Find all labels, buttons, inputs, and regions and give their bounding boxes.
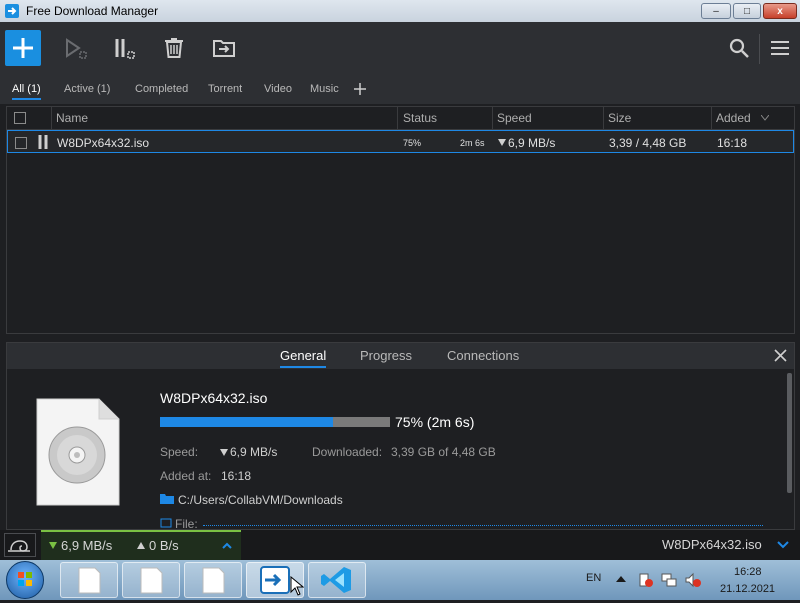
tray-expand-icon[interactable] <box>616 575 626 583</box>
language-indicator[interactable]: EN <box>586 572 601 584</box>
upload-arrow-icon <box>137 542 145 549</box>
list-header: Name Status Speed Size Added <box>7 107 794 130</box>
column-name[interactable]: Name <box>56 111 88 125</box>
volume-muted-icon[interactable] <box>684 572 702 588</box>
add-download-button[interactable] <box>5 30 41 66</box>
column-size[interactable]: Size <box>608 111 631 125</box>
tab-progress[interactable]: Progress <box>360 348 412 363</box>
column-speed[interactable]: Speed <box>497 111 532 125</box>
column-status[interactable]: Status <box>403 111 437 125</box>
taskbar-item[interactable] <box>122 562 180 598</box>
current-file: W8DPx64x32.iso <box>662 537 762 552</box>
folder-icon <box>160 494 174 504</box>
snail-icon <box>8 540 30 552</box>
filter-tabs: All (1) Active (1) Completed Torrent Vid… <box>0 74 800 104</box>
resume-icon[interactable] <box>60 32 92 64</box>
tab-all[interactable]: All (1) <box>12 83 41 100</box>
iso-file-icon <box>36 398 120 506</box>
mouse-cursor-icon <box>290 576 304 596</box>
delete-icon[interactable] <box>158 32 190 64</box>
table-row[interactable]: W8DPx64x32.iso 75% 2m 6s 6,9 MB/s 3,39 /… <box>7 130 794 153</box>
details-panel: General Progress Connections W8DPx64x32.… <box>6 342 795 531</box>
details-filename: W8DPx64x32.iso <box>160 390 268 406</box>
tab-connections[interactable]: Connections <box>447 348 519 363</box>
maximize-button[interactable]: □ <box>733 3 761 19</box>
plus-icon <box>13 38 33 58</box>
file-link[interactable] <box>203 525 763 526</box>
vscode-icon <box>321 567 351 593</box>
tab-video[interactable]: Video <box>264 83 292 95</box>
download-size: 3,39 / 4,48 GB <box>609 136 687 150</box>
speed-value: 6,9 MB/s <box>230 445 278 459</box>
pause-icon[interactable] <box>37 135 49 149</box>
sort-desc-icon <box>761 115 769 121</box>
title-bar: Free Download Manager – □ x <box>0 0 800 22</box>
download-time-left: 2m 6s <box>460 138 485 148</box>
window-title: Free Download Manager <box>26 4 159 18</box>
added-label: Added at: <box>160 469 212 483</box>
start-button[interactable] <box>6 561 44 599</box>
download-added: 16:18 <box>717 136 748 150</box>
download-arrow-icon <box>220 449 228 456</box>
taskbar-item[interactable] <box>60 562 118 598</box>
app-icon <box>5 4 19 18</box>
added-value: 16:18 <box>221 469 252 483</box>
download-path[interactable]: C:/Users/CollabVM/Downloads <box>178 493 343 507</box>
taskbar-item-vscode[interactable] <box>308 562 366 598</box>
download-name: W8DPx64x32.iso <box>57 136 150 150</box>
speed-label: Speed: <box>160 445 199 459</box>
document-icon <box>78 567 101 594</box>
download-arrow-icon <box>49 542 57 549</box>
network-icon[interactable] <box>661 572 677 588</box>
speed-summary[interactable]: 6,9 MB/s 0 B/s <box>41 530 241 560</box>
column-added[interactable]: Added <box>716 111 751 125</box>
tab-general[interactable]: General <box>280 348 327 368</box>
speed-limit-button[interactable] <box>4 533 36 557</box>
file-label: File: <box>175 517 198 531</box>
select-all-checkbox[interactable] <box>14 112 26 124</box>
taskbar-item[interactable] <box>184 562 242 598</box>
minimize-button[interactable]: – <box>701 3 731 19</box>
up-speed: 0 B/s <box>149 538 179 553</box>
details-scrollbar[interactable] <box>787 373 792 493</box>
document-icon <box>140 567 163 594</box>
downloaded-label: Downloaded: <box>312 445 383 459</box>
downloaded-value: 3,39 GB of 4,48 GB <box>391 445 496 459</box>
chevron-down-icon[interactable] <box>777 541 789 549</box>
progress-label: 75% (2m 6s) <box>395 414 475 430</box>
close-button[interactable]: x <box>763 3 797 19</box>
link-icon <box>160 518 172 528</box>
action-center-icon[interactable] <box>638 572 654 588</box>
download-arrow-icon <box>498 139 506 146</box>
progress-fill <box>160 417 333 427</box>
toolbar-divider <box>759 34 760 64</box>
chevron-up-icon <box>222 542 232 549</box>
clock-time[interactable]: 16:28 <box>734 566 762 578</box>
document-icon <box>202 567 225 594</box>
toolbar <box>0 22 800 74</box>
download-list: Name Status Speed Size Added W8DPx64x32.… <box>6 106 795 334</box>
windows-logo-icon <box>18 572 32 586</box>
details-tabs: General Progress Connections <box>7 343 794 369</box>
menu-icon[interactable] <box>764 32 796 64</box>
down-speed: 6,9 MB/s <box>61 538 113 553</box>
pause-icon[interactable] <box>110 32 142 64</box>
move-folder-icon[interactable] <box>208 32 240 64</box>
add-tab-icon[interactable] <box>353 82 367 96</box>
taskbar: EN 16:28 21.12.2021 <box>0 560 800 600</box>
progress-bar <box>160 417 390 427</box>
tab-active[interactable]: Active (1) <box>64 83 110 95</box>
download-speed: 6,9 MB/s <box>508 136 556 150</box>
tab-completed[interactable]: Completed <box>135 83 188 95</box>
status-bar: 6,9 MB/s 0 B/s W8DPx64x32.iso <box>0 530 800 560</box>
download-progress: 75% <box>403 138 422 148</box>
search-icon[interactable] <box>723 32 755 64</box>
close-panel-icon[interactable] <box>774 349 787 362</box>
tab-torrent[interactable]: Torrent <box>208 83 242 95</box>
clock-date[interactable]: 21.12.2021 <box>720 583 775 595</box>
row-checkbox[interactable] <box>15 137 27 149</box>
tab-music[interactable]: Music <box>310 83 339 95</box>
